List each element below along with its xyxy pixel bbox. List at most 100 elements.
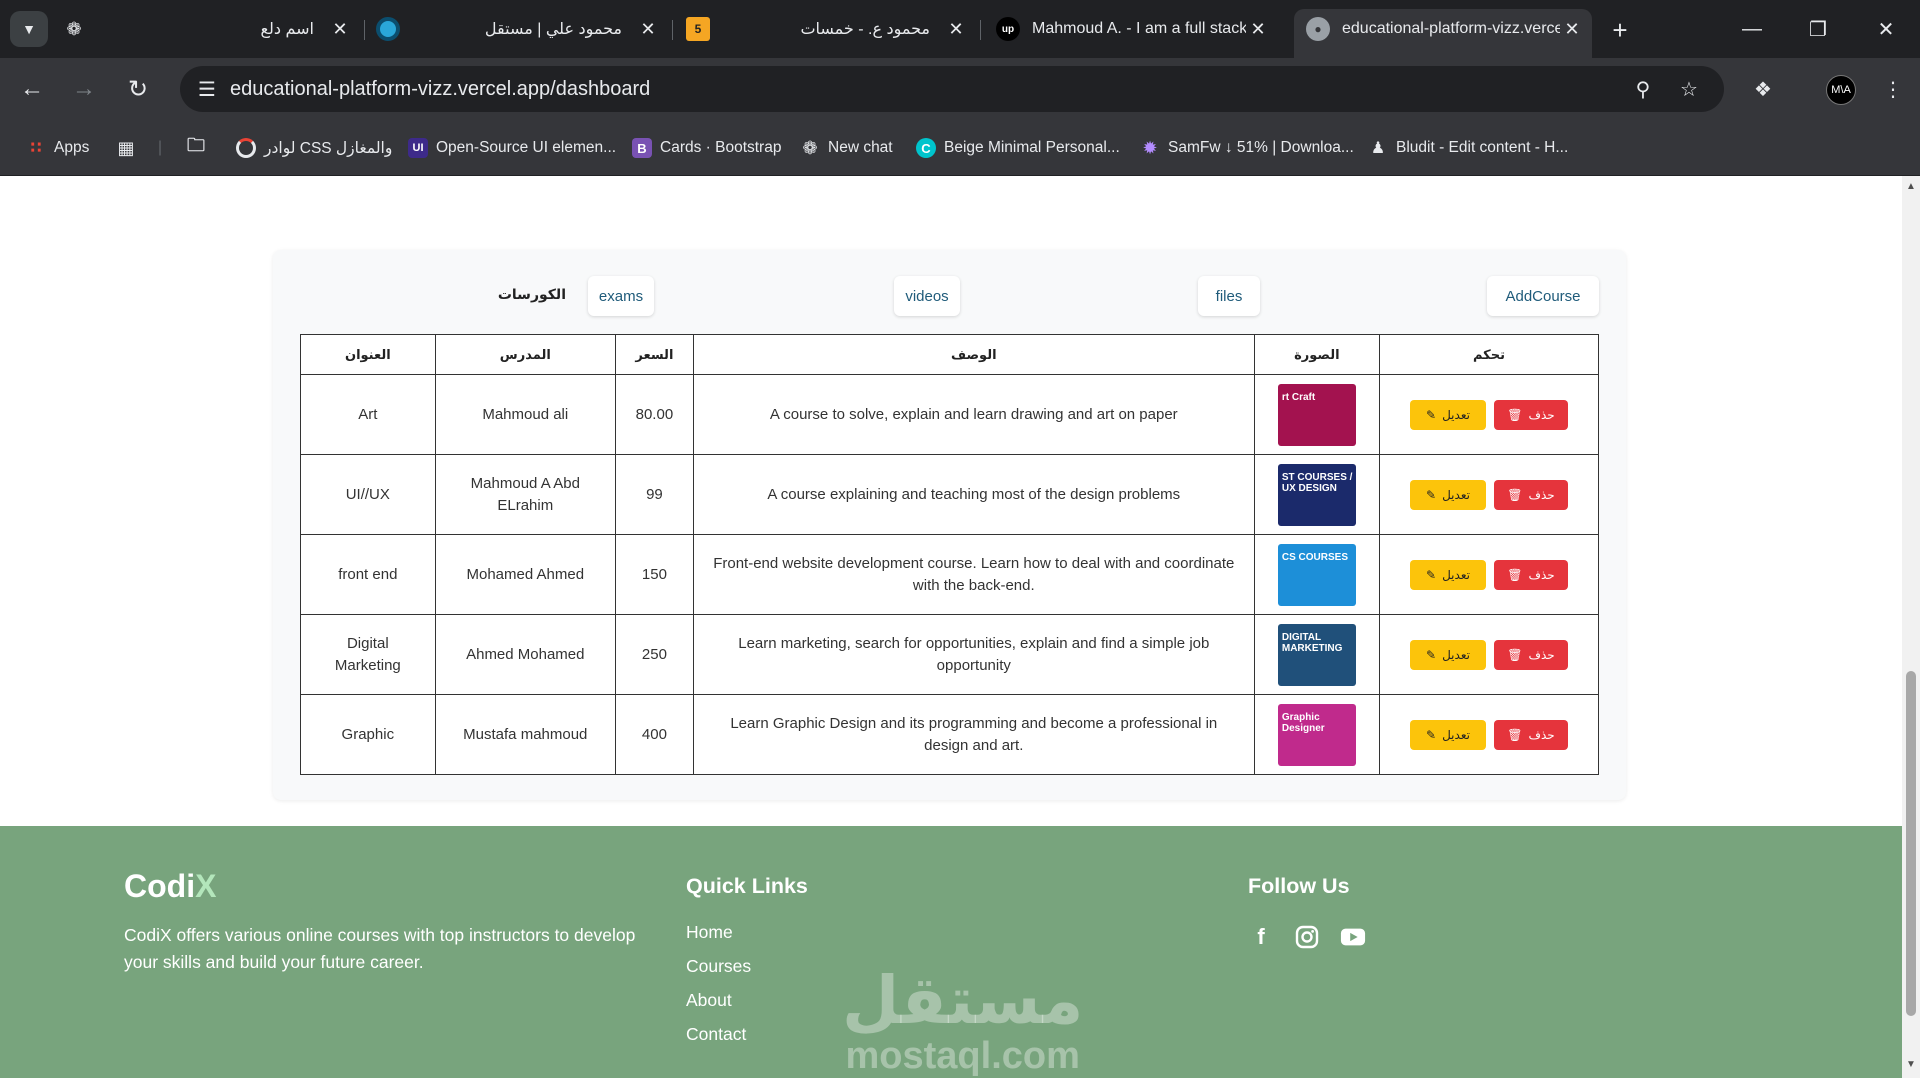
delete-button[interactable]: 🗑 حذف bbox=[1494, 719, 1568, 750]
delete-button[interactable]: 🗑 حذف bbox=[1494, 479, 1568, 510]
address-bar[interactable]: ☰ educational-platform-vizz.vercel.app/d… bbox=[180, 66, 1724, 112]
tab-2[interactable]: محمود علي | مستقل ✕ bbox=[376, 9, 660, 49]
reload-icon: ↻ bbox=[127, 75, 149, 103]
course-title: front end bbox=[300, 534, 436, 615]
course-actions-cell: ✎ تعديل 🗑 حذف bbox=[1379, 694, 1599, 775]
scroll-thumb[interactable] bbox=[1906, 671, 1916, 1016]
trash-icon: 🗑 bbox=[1507, 647, 1523, 662]
bootstrap-icon: B bbox=[632, 138, 652, 158]
edit-button[interactable]: ✎ تعديل bbox=[1410, 639, 1486, 670]
more-vertical-icon: ⋮ bbox=[1883, 78, 1903, 101]
facebook-icon[interactable]: f bbox=[1248, 924, 1274, 950]
trash-icon: 🗑 bbox=[1507, 407, 1523, 422]
course-thumbnail: DIGITAL MARKETING bbox=[1277, 623, 1356, 686]
thumbnail-text: rt Craft bbox=[1281, 391, 1316, 403]
bookmark-label: Cards · Bootstrap bbox=[660, 139, 782, 156]
close-icon[interactable]: ✕ bbox=[944, 19, 968, 40]
add-course-button[interactable]: AddCourse bbox=[1487, 276, 1599, 316]
close-icon[interactable]: ✕ bbox=[1560, 19, 1584, 40]
delete-button[interactable]: 🗑 حذف bbox=[1494, 639, 1568, 670]
bookmark-css-loaders[interactable]: لوادر CSS والمغازل bbox=[236, 134, 392, 162]
edit-button[interactable]: ✎ تعديل bbox=[1410, 559, 1486, 590]
bludit-icon: ♟ bbox=[1370, 140, 1386, 157]
bookmark-new-chat[interactable]: ❁ New chat bbox=[800, 134, 893, 162]
course-image-cell: rt Craft bbox=[1253, 374, 1381, 455]
extensions-button[interactable]: ❖ bbox=[1746, 72, 1780, 106]
bookmarks-bar: ∷ Apps ▦ | 🗀 لوادر CSS والمغازل UI Open-… bbox=[0, 120, 1920, 176]
edit-button[interactable]: ✎ تعديل bbox=[1410, 479, 1486, 510]
bookmark-folder[interactable]: 🗀 bbox=[186, 134, 206, 162]
youtube-icon[interactable] bbox=[1340, 924, 1366, 950]
new-tab-button[interactable]: + bbox=[1604, 14, 1636, 46]
scroll-up-icon[interactable]: ▲ bbox=[1906, 182, 1916, 192]
delete-button[interactable]: 🗑 حذف bbox=[1494, 399, 1568, 430]
quick-links-list: Home Courses About Contact bbox=[686, 922, 751, 1058]
delete-label: حذف bbox=[1528, 727, 1555, 742]
course-description: A course explaining and teaching most of… bbox=[692, 454, 1255, 535]
browser-tab-strip: ▼ ❁ اسم دلع ✕ محمود علي | مستقل ✕ 5 محمو… bbox=[0, 0, 1920, 58]
menu-button[interactable]: ⋮ bbox=[1876, 72, 1910, 106]
apps-grid-icon: ∷ bbox=[30, 140, 42, 157]
header-description: الوصف bbox=[692, 334, 1255, 375]
course-description: A course to solve, explain and learn dra… bbox=[692, 374, 1255, 455]
tab-search-button[interactable]: ▼ bbox=[10, 11, 48, 47]
scroll-down-icon[interactable]: ▼ bbox=[1906, 1060, 1916, 1070]
header-image: الصورة bbox=[1253, 334, 1381, 375]
close-icon[interactable]: ✕ bbox=[636, 19, 660, 40]
trash-icon: 🗑 bbox=[1507, 727, 1523, 742]
pencil-icon: ✎ bbox=[1426, 487, 1437, 502]
exams-button[interactable]: exams bbox=[588, 276, 654, 316]
edit-button[interactable]: ✎ تعديل bbox=[1410, 719, 1486, 750]
bookmark-uiverse[interactable]: UI Open-Source UI elemen... bbox=[408, 134, 616, 162]
footer-link-about[interactable]: About bbox=[686, 990, 751, 1011]
footer-link-courses[interactable]: Courses bbox=[686, 956, 751, 977]
maximize-button[interactable]: ❐ bbox=[1798, 12, 1838, 46]
tab-title: محمود علي | مستقل bbox=[484, 21, 622, 38]
bookmark-bludit[interactable]: ♟ Bludit - Edit content - H... bbox=[1368, 134, 1568, 162]
minimize-button[interactable]: — bbox=[1732, 12, 1772, 46]
thumbnail-text: ST COURSES / UX DESIGN bbox=[1281, 471, 1353, 494]
forward-button[interactable]: → bbox=[66, 71, 102, 107]
bookmark-label: New chat bbox=[828, 139, 893, 156]
site-footer: CodiX CodiX offers various online course… bbox=[0, 826, 1902, 1078]
loader-ring-icon bbox=[236, 138, 256, 158]
bookmark-canva[interactable]: C Beige Minimal Personal... bbox=[916, 134, 1120, 162]
tab-4[interactable]: up Mahmoud A. - I am a full stack ✕ bbox=[996, 9, 1270, 49]
tab-active[interactable]: ● educational-platform-vizz.verce ✕ bbox=[1294, 9, 1592, 58]
zoom-icon[interactable]: ⚲ bbox=[1630, 77, 1656, 101]
instagram-icon[interactable] bbox=[1294, 924, 1320, 950]
close-icon[interactable]: ✕ bbox=[1246, 19, 1270, 40]
tab-3[interactable]: 5 محمود ع. - خمسات ✕ bbox=[686, 9, 968, 49]
footer-link-home[interactable]: Home bbox=[686, 922, 751, 943]
back-button[interactable]: ← bbox=[14, 71, 50, 107]
courses-card: الكورسات exams videos files AddCourse ال… bbox=[273, 250, 1626, 800]
bookmark-apps[interactable]: ∷ Apps bbox=[26, 134, 89, 162]
close-window-button[interactable]: ✕ bbox=[1866, 12, 1906, 46]
edit-button[interactable]: ✎ تعديل bbox=[1410, 399, 1486, 430]
profile-avatar[interactable]: M\A bbox=[1826, 75, 1856, 105]
course-price: 99 bbox=[614, 454, 694, 535]
bookmark-star-icon[interactable]: ☆ bbox=[1676, 77, 1702, 101]
reload-button[interactable]: ↻ bbox=[120, 71, 156, 107]
delete-button[interactable]: 🗑 حذف bbox=[1494, 559, 1568, 590]
tab-1[interactable]: ❁ اسم دلع ✕ bbox=[62, 9, 352, 49]
site-info-icon[interactable]: ☰ bbox=[194, 77, 220, 101]
upwork-icon: up bbox=[996, 17, 1020, 41]
course-price: 400 bbox=[614, 694, 694, 775]
footer-link-contact[interactable]: Contact bbox=[686, 1024, 751, 1045]
thumbnail-text: DIGITAL MARKETING bbox=[1281, 631, 1343, 654]
files-button[interactable]: files bbox=[1198, 276, 1260, 316]
pencil-icon: ✎ bbox=[1426, 727, 1437, 742]
restore-icon: ❐ bbox=[1809, 18, 1827, 41]
bookmark-bootstrap-cards[interactable]: B Cards · Bootstrap bbox=[632, 134, 781, 162]
videos-button[interactable]: videos bbox=[894, 276, 960, 316]
page-scrollbar[interactable]: ▲ ▼ bbox=[1902, 176, 1920, 1078]
tab-separator bbox=[672, 20, 673, 40]
bookmark-label: Open-Source UI elemen... bbox=[436, 139, 617, 156]
course-description: Learn marketing, search for opportunitie… bbox=[692, 614, 1255, 695]
bookmark-samfw[interactable]: ✹ SamFw ↓ 51% | Downloa... bbox=[1140, 134, 1353, 162]
header-title: العنوان bbox=[300, 334, 436, 375]
puzzle-icon: ❖ bbox=[1754, 78, 1772, 101]
close-icon[interactable]: ✕ bbox=[328, 19, 352, 40]
tab-groups-button[interactable]: ▦ bbox=[116, 134, 136, 162]
